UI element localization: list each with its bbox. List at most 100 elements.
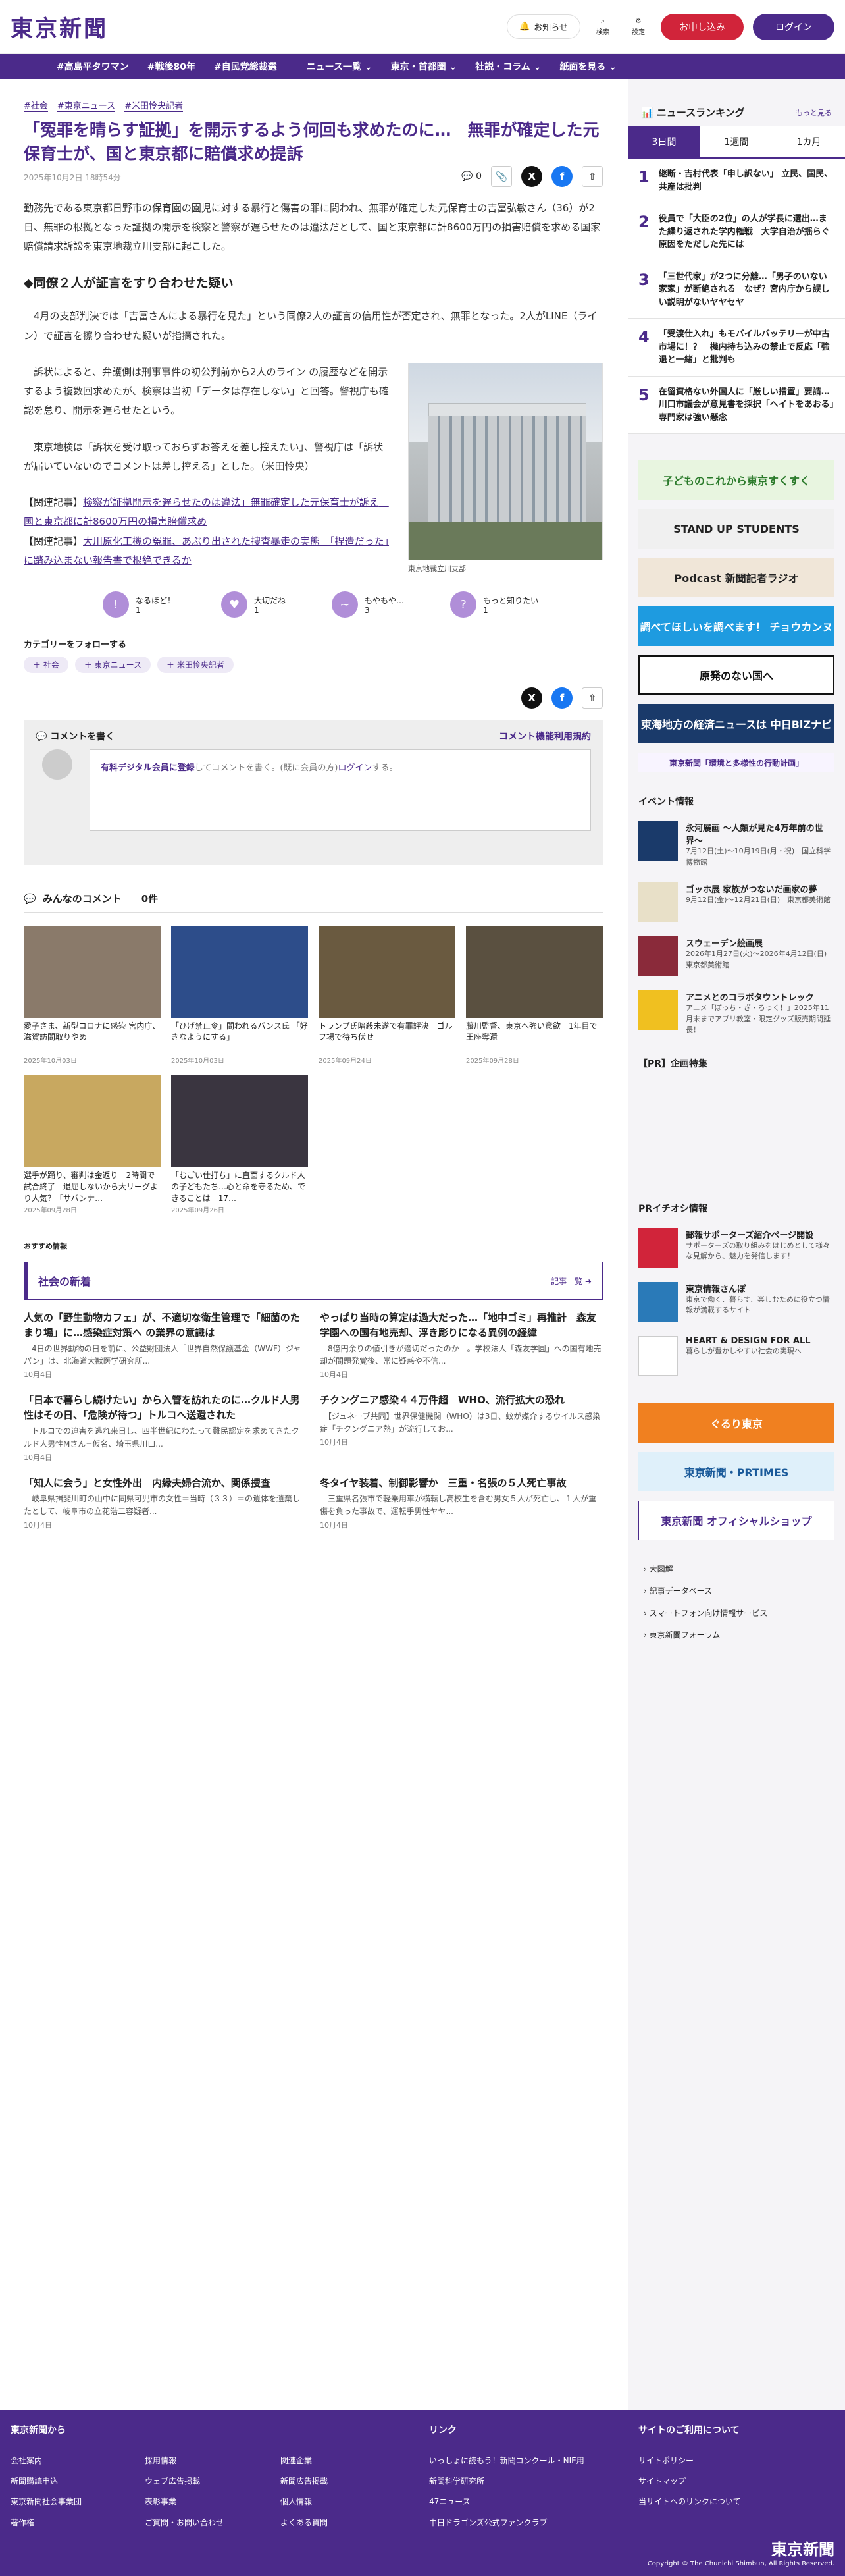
news-item[interactable]: 「日本で暮らし続けたい」から入管を訪れたのに…クルド人男性はその日、「危険が待つ… xyxy=(24,1393,307,1462)
reaction-motto[interactable]: ? もっと知りたい 1 xyxy=(450,591,538,618)
banner-bizz[interactable]: 東海地方の経済ニュースは 中日BiZナビ xyxy=(638,704,834,743)
site-logo[interactable]: 東京新聞 xyxy=(11,11,108,43)
article-main: #社会 #東京ニュース #米田怜央記者 「冤罪を晴らす証拠」を開示するよう何回も… xyxy=(24,99,603,1530)
ranking-item[interactable]: 4 「受渡仕入れ」もモバイルバッテリーが中古市場に！？ 機内持ち込みの禁止で反応「… xyxy=(628,319,845,377)
ranking-item[interactable]: 2 役員で「大臣の2位」の人が学長に選出…また繰り返された学内権戦 大学自治が揺ら… xyxy=(628,203,845,261)
tag-link[interactable]: #東京ニュース xyxy=(57,99,116,112)
reaction-naruhodo[interactable]: ! なるほど！ 1 xyxy=(103,591,175,618)
pr-item[interactable]: 東京情報さんぽ 東京で働く、暮らす、楽しむために役立つ情報が満載するサイト xyxy=(628,1281,845,1336)
bell-icon: 🔔 xyxy=(519,22,530,32)
tab-1month[interactable]: 1カ月 xyxy=(773,126,845,157)
news-item[interactable]: 「知人に会う」と女性外出 内縁夫婦合流か、関係捜査 岐阜県揖斐川町の山中に同県可… xyxy=(24,1476,307,1530)
exclamation-icon: ! xyxy=(103,591,129,618)
facebook-share-icon[interactable]: f xyxy=(551,165,573,187)
photo-card-grid: 愛子さま、新型コロナに感染 宮内庁、滋賀訪問取りやめ 2025年10月03日 「ひ… xyxy=(24,926,603,1214)
share-icon[interactable]: ⇧ xyxy=(582,165,603,187)
news-item[interactable]: 冬タイヤ装着、制御影響か 三重・名張の５人死亡事故 三重県名張市で軽乗用車が横転… xyxy=(320,1476,603,1530)
article-tags: #社会 #東京ニュース #米田怜央記者 xyxy=(24,99,603,112)
tab-3days[interactable]: 3日間 xyxy=(628,126,700,157)
article-figure: 東京地裁立川支部 xyxy=(408,362,603,574)
event-item[interactable]: スウェーデン絵画展 2026年1月27日(火)〜2026年4月12日(日) 東京都… xyxy=(628,936,845,990)
tab-1week[interactable]: 1週間 xyxy=(700,126,773,157)
clip-icon[interactable]: 📎 xyxy=(491,165,512,187)
comment-input[interactable]: 有料デジタル会員に登録してコメントを書く。(既に会員の方)ログインする。 xyxy=(90,749,591,831)
all-comments-heading: 💬 みんなのコメント 0件 xyxy=(24,892,603,913)
login-link[interactable]: ログイン xyxy=(338,763,372,773)
news-item[interactable]: やっぱり当時の算定は過大だった…「地中ゴミ」再推計 森友学園への国有地売却、浮き… xyxy=(320,1310,603,1380)
sidebar-link[interactable]: › 東京新聞フォーラム xyxy=(644,1624,829,1647)
login-button[interactable]: ログイン xyxy=(753,13,834,40)
article-paragraph: 4月の支部判決では「吉冨さんによる暴行を見た」という同僚2人の証言の信用性が否定… xyxy=(24,310,598,342)
comment-policy-link[interactable]: コメント機能利用規約 xyxy=(499,730,591,743)
nav-item[interactable]: 紙面を見る ⌄ xyxy=(550,60,626,73)
prinfo-heading: PRイチオシ情報 xyxy=(638,1203,708,1214)
footer-links: 会社案内 新聞購読申込 東京新聞社会事業団 著作権 xyxy=(11,2456,82,2527)
nav-item[interactable]: 社説・コラム ⌄ xyxy=(466,60,550,73)
nav-item[interactable]: ニュース一覧 ⌄ xyxy=(297,60,382,73)
photo-card[interactable]: 愛子さま、新型コロナに感染 宮内庁、滋賀訪問取りやめ 2025年10月03日 xyxy=(24,926,161,1065)
comment-count[interactable]: 💬 0 xyxy=(461,171,482,182)
banner-shop[interactable]: 東京新聞 オフィシャルショップ xyxy=(638,1500,834,1540)
subscribe-button[interactable]: お申し込み xyxy=(661,13,744,40)
ranking-item[interactable]: 3 「三世代家」が2つに分離…「男子のいない家家」が断絶される なぜ？宮内庁から誤… xyxy=(628,261,845,319)
sidebar-link[interactable]: › スマートフォン向け情報サービス xyxy=(644,1603,829,1625)
photo-card[interactable]: 「ひげ禁止令」問われるバンス氏 「好きなようにする」 2025年10月03日 xyxy=(171,926,308,1065)
banner-standup[interactable]: STAND UP STUDENTS xyxy=(638,509,834,549)
search-button[interactable]: ⌕ 検索 xyxy=(590,18,616,36)
x-share-icon[interactable]: X xyxy=(521,165,542,187)
sidebar-links: › 大図解 › 記事データベース › スマートフォン向け情報サービス › 東京新… xyxy=(628,1549,845,1656)
photo-card[interactable]: 選手が踊り、審判は金返り 2時間で試合終了 退屈しないから大リーグより人気？「サ… xyxy=(24,1075,161,1214)
follow-chip[interactable]: ＋ 米田怜央記者 xyxy=(157,657,234,673)
settings-button[interactable]: ⚙ 設定 xyxy=(625,18,652,36)
banner-chokanu[interactable]: 調べてほしいを調べます！ チョウカンヌ xyxy=(638,606,834,646)
nav-item[interactable]: #戦後80年 xyxy=(138,60,205,73)
event-item[interactable]: ゴッホ展 家族がつないだ画家の夢 9月12日(金)〜12月21日(日) 東京都美術… xyxy=(628,882,845,936)
share-icon[interactable]: ⇧ xyxy=(582,687,603,709)
card-image xyxy=(171,926,308,1018)
nav-item[interactable]: 東京・首都圏 ⌄ xyxy=(382,60,467,73)
heart-icon: ♥ xyxy=(221,591,248,618)
footer-logo[interactable]: 東京新聞 xyxy=(771,2536,834,2560)
card-image xyxy=(466,926,603,1018)
ranking-header: 📊 ニュースランキング もっと見る xyxy=(628,79,845,126)
photo-card[interactable]: 藤川監督、東京へ強い意欲 1年目で王座奪還 2025年09月28日 xyxy=(466,926,603,1065)
banner-sukusuku[interactable]: 子どものこれから東京すくすく xyxy=(638,460,834,500)
nav-item[interactable]: #高島平タワマン xyxy=(47,60,138,73)
event-item[interactable]: アニメとのコラボタウントレック アニメ「ぼっち・ざ・ろっく！」2025年11月末ま… xyxy=(628,990,845,1050)
sidebar-link[interactable]: › 記事データベース xyxy=(644,1580,829,1603)
nav-item[interactable]: #自民党総裁選 xyxy=(205,60,286,73)
image-caption: 東京地裁立川支部 xyxy=(408,564,466,573)
more-link[interactable]: 記事一覧 ➜ xyxy=(551,1275,592,1287)
follow-chip[interactable]: ＋ 社会 xyxy=(24,657,68,673)
x-share-icon[interactable]: X xyxy=(521,687,542,709)
photo-card[interactable]: 「むごい仕打ち」に直面するクルド人の子どもたち…心と命を守るため、できることは … xyxy=(171,1075,308,1214)
pr-item[interactable]: HEART & DESIGN FOR ALL 暮らしが豊かしやすい社会の実現へ xyxy=(628,1335,845,1390)
tag-link[interactable]: #米田怜央記者 xyxy=(124,99,184,112)
ranking-item[interactable]: 5 在留資格ない外国人に「厳しい措置」要請…川口市議会が意見書を採択「ヘイトをあお… xyxy=(628,376,845,434)
banner-prtimes[interactable]: 東京新聞・PRTIMES xyxy=(638,1451,834,1491)
follow-chip[interactable]: ＋ 東京ニュース xyxy=(74,657,151,673)
ranking-title: 📊 ニュースランキング xyxy=(641,107,745,119)
notification-button[interactable]: 🔔 お知らせ xyxy=(507,14,580,39)
tag-link[interactable]: #社会 xyxy=(24,99,48,112)
reaction-taisetsu[interactable]: ♥ 大切だね 1 xyxy=(221,591,286,618)
facebook-share-icon[interactable]: f xyxy=(551,687,573,709)
card-image xyxy=(319,926,455,1018)
banner-gururi[interactable]: ぐるり東京 xyxy=(638,1403,834,1443)
pr-item[interactable]: 郵報サポーターズ紹介ページ開設 サポーターズの取り組みをはじめとして様々な見解から… xyxy=(628,1227,845,1282)
banner-radio[interactable]: Podcast 新聞記者ラジオ xyxy=(638,558,834,597)
ranking-more-link[interactable]: もっと見る xyxy=(796,107,832,118)
reaction-moyamoya[interactable]: ~ もやもや… 3 xyxy=(332,591,404,618)
photo-card[interactable]: トランプ氏暗殺未遂で有罪評決 ゴルフ場で待ち伏せ 2025年09月24日 xyxy=(319,926,455,1065)
banner-genpatsu[interactable]: 原発のない国へ xyxy=(638,655,834,695)
ranking-item[interactable]: 1 継断・吉村代表「申し訳ない」 立民、国民、共産は批判 xyxy=(628,159,845,203)
latest-news-header: 社会の新着 記事一覧 ➜ xyxy=(24,1262,603,1300)
news-item[interactable]: 人気の「野生動物カフェ」が、不適切な衛生管理で「細菌のたまり場」に…感染症対策へ… xyxy=(24,1310,307,1380)
sidebar-link[interactable]: › 大図解 xyxy=(644,1559,829,1581)
question-icon: ? xyxy=(450,591,477,618)
event-item[interactable]: 永河展画 〜人類が見た4万年前の世界〜 7月12日(土)〜10月19日(月・祝) … xyxy=(628,821,845,882)
news-item[interactable]: チクングニア感染４４万件超 WHO、流行拡大の恐れ 【ジュネーブ共同】世界保健機… xyxy=(320,1393,603,1462)
banner-action-plan[interactable]: 東京新聞「環境と多様性の行動計画」 xyxy=(638,753,834,772)
register-link[interactable]: 有料デジタル会員に登録 xyxy=(101,763,195,773)
footer-col3-title: サイトのご利用について xyxy=(638,2425,740,2436)
